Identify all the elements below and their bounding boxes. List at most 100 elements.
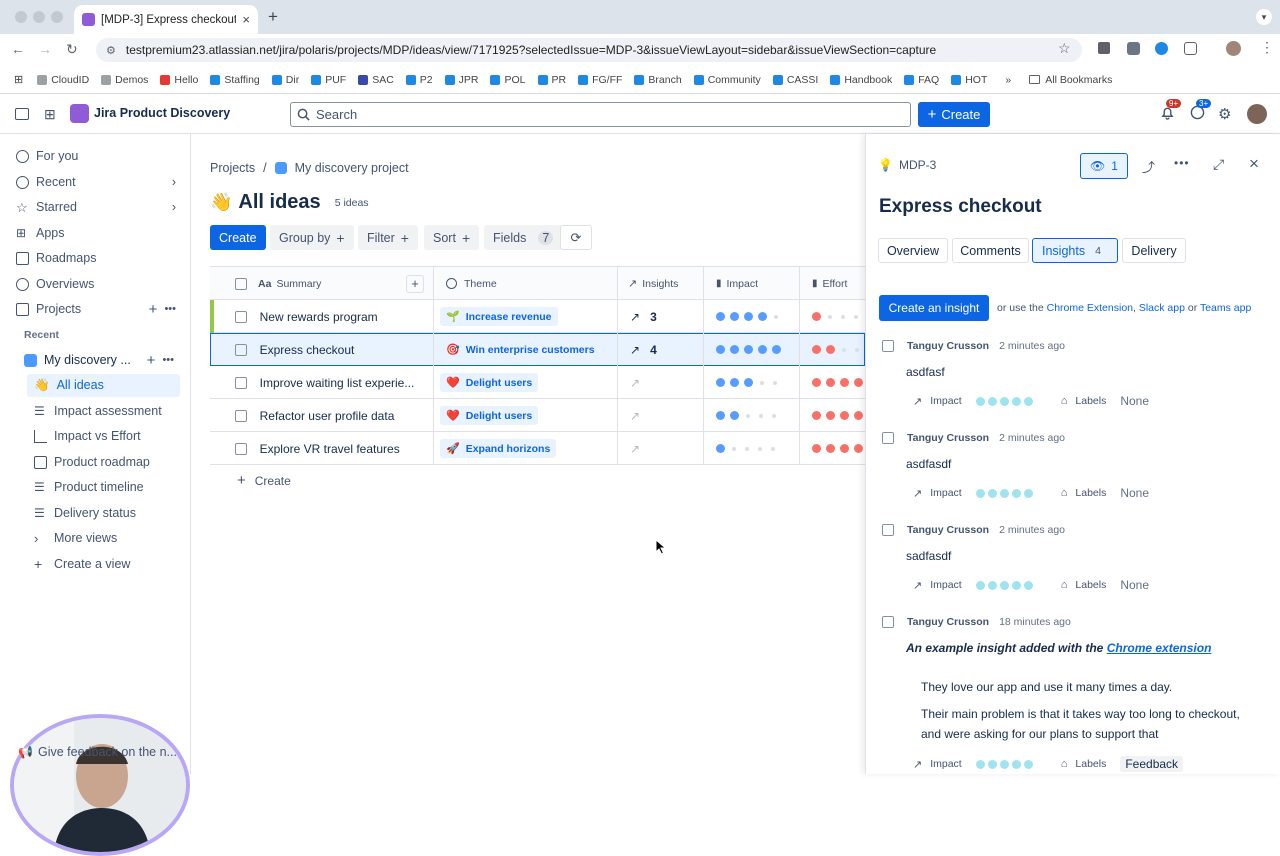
tab-delivery[interactable]: Delivery [1122, 238, 1186, 263]
insight-impact-rating[interactable] [975, 396, 1033, 406]
profile-avatar[interactable] [1226, 41, 1241, 56]
group-by-button[interactable]: Group by + [270, 225, 354, 250]
breadcrumb-project[interactable]: My discovery project [295, 161, 409, 175]
watch-button[interactable]: 👁 1 [1080, 153, 1128, 179]
table-row[interactable]: Explore VR travel features 🚀 Expand horizo… [210, 432, 865, 465]
new-tab-icon[interactable]: + [268, 7, 278, 27]
bookmark-item[interactable]: Staffing [210, 74, 260, 86]
tab-search-icon[interactable]: ▾ [1256, 9, 1272, 25]
browser-tab[interactable]: [MDP-3] Express checkout - × [74, 5, 258, 34]
labels-value[interactable]: None [1120, 394, 1149, 408]
row-checkbox[interactable] [235, 343, 247, 356]
bookmark-item[interactable]: PUF [311, 74, 346, 86]
impact-header[interactable]: ▮ Impact [704, 267, 800, 300]
sidebar-item-roadmaps[interactable]: Roadmaps [16, 247, 96, 269]
summary-cell[interactable]: Improve waiting list experie... [210, 366, 434, 399]
effort-cell[interactable] [800, 333, 865, 366]
extension-tool-icon[interactable] [1098, 42, 1110, 54]
sidebar-view-product-timeline[interactable]: ☰ Product timeline [34, 476, 144, 498]
extensions-puzzle-icon[interactable] [1184, 42, 1197, 55]
insight-checkbox[interactable] [882, 432, 894, 444]
effort-cell[interactable] [800, 432, 865, 465]
browser-menu-icon[interactable]: ⋮ [1260, 39, 1274, 56]
impact-cell[interactable] [704, 333, 800, 366]
row-checkbox[interactable] [235, 310, 247, 323]
labels-value[interactable]: None [1120, 578, 1149, 592]
window-minimize-control[interactable] [33, 11, 45, 23]
chrome-extension-link[interactable]: Chrome extension [1107, 641, 1212, 655]
extension-grammar-icon[interactable] [1127, 42, 1140, 55]
site-info-icon[interactable]: ⚙ [106, 44, 116, 57]
bookmark-item[interactable]: FAQ [904, 74, 939, 86]
effort-cell[interactable] [800, 366, 865, 399]
bookmark-star-icon[interactable]: ☆ [1058, 40, 1071, 57]
sidebar-view-delivery-status[interactable]: ☰ Delivery status [34, 502, 136, 524]
insight-impact-rating[interactable] [975, 759, 1033, 769]
table-row[interactable]: Improve waiting list experie... ❤️ Delight… [210, 366, 865, 399]
insight-checkbox[interactable] [882, 616, 894, 628]
notifications-button[interactable]: 9+ [1160, 99, 1182, 120]
more-icon[interactable]: ••• [162, 354, 174, 366]
bookmark-item[interactable]: Community [693, 74, 761, 86]
table-row[interactable]: Express checkout 🎯 Win enterprise customer… [210, 333, 865, 366]
sidebar-toggle-icon[interactable] [15, 108, 29, 120]
sidebar-view-impact-assessment[interactable]: ☰ Impact assessment [34, 400, 162, 422]
search-input[interactable]: Search [290, 102, 911, 127]
bookmark-item[interactable]: CloudID [37, 74, 89, 86]
insight-card[interactable]: Tanguy Crusson 2 minutes ago asdfasdf ↗ Impa… [882, 432, 1262, 500]
expand-icon[interactable]: ⤢ [1213, 156, 1224, 173]
insight-impact-rating[interactable] [975, 580, 1033, 590]
theme-cell[interactable]: ❤️ Delight users [434, 366, 618, 399]
table-row[interactable]: New rewards program 🌱 Increase revenue ↗ 3 [210, 300, 865, 333]
more-actions-icon[interactable]: ••• [1174, 156, 1190, 170]
fields-button[interactable]: Fields 7 [484, 225, 563, 250]
share-icon[interactable]: ⤴ [1142, 157, 1155, 176]
idea-summary[interactable]: Refactor user profile data [260, 409, 433, 423]
app-switcher-icon[interactable]: ⊞ [44, 107, 56, 121]
idea-summary[interactable]: Express checkout [260, 343, 433, 357]
effort-header[interactable]: ▮ Effort [800, 267, 865, 300]
bookmark-item[interactable]: CASSI [772, 74, 818, 86]
sidebar-item-projects[interactable]: Projects + ••• [16, 298, 176, 320]
sidebar-create-view[interactable]: + Create a view [34, 553, 130, 575]
create-idea-button[interactable]: Create [210, 225, 266, 250]
bookmark-item[interactable]: JPR [444, 74, 478, 86]
page-title-text[interactable]: All ideas [238, 191, 320, 214]
summary-cell[interactable]: Refactor user profile data [210, 399, 434, 432]
theme-header[interactable]: Theme [434, 267, 618, 300]
slack-app-link[interactable]: Slack app [1139, 302, 1185, 314]
product-name[interactable]: Jira Product Discovery [94, 106, 230, 120]
breadcrumb-projects[interactable]: Projects [210, 161, 255, 175]
sidebar-view-impact-vs-effort[interactable]: Impact vs Effort [34, 425, 141, 447]
impact-cell[interactable] [704, 366, 800, 399]
all-bookmarks[interactable]: All Bookmarks [1029, 74, 1112, 86]
insights-cell[interactable]: ↗ [618, 399, 704, 432]
more-icon[interactable]: ••• [164, 303, 176, 315]
impact-cell[interactable] [704, 300, 800, 333]
table-row[interactable]: Refactor user profile data ❤️ Delight user… [210, 399, 865, 432]
sidebar-item-recent[interactable]: Recent › [16, 171, 176, 193]
issue-key[interactable]: 💡 MDP-3 [878, 158, 936, 172]
address-bar[interactable]: ⚙ testpremium23.atlassian.net/jira/polar… [96, 38, 1082, 62]
bookmark-item[interactable]: Handbook [830, 74, 892, 86]
sort-button[interactable]: Sort + [424, 225, 480, 250]
bookmark-item[interactable]: POL [490, 74, 526, 86]
insight-card[interactable]: Tanguy Crusson 2 minutes ago sadfasdf ↗ Impa… [882, 524, 1262, 592]
filter-button[interactable]: Filter + [358, 225, 418, 250]
impact-cell[interactable] [704, 432, 800, 465]
plus-icon[interactable]: + [149, 301, 158, 318]
create-row-button[interactable]: + Create [237, 472, 291, 489]
chrome-extension-link[interactable]: Chrome Extension [1047, 302, 1133, 314]
insight-card[interactable]: Tanguy Crusson 2 minutes ago asdfasf ↗ Impac… [882, 340, 1262, 408]
tab-comments[interactable]: Comments [952, 238, 1029, 263]
help-button[interactable]: 3+ [1190, 99, 1212, 120]
insights-cell[interactable]: ↗ 3 [618, 300, 704, 333]
create-button[interactable]: + Create [918, 102, 990, 127]
extension-jira-icon[interactable] [1155, 42, 1168, 55]
theme-cell[interactable]: 🚀 Expand horizons [434, 432, 618, 465]
insights-cell[interactable]: ↗ [618, 366, 704, 399]
bookmark-item[interactable]: Demos [101, 74, 148, 86]
sidebar-feedback[interactable]: 📢 Give feedback on the n... [18, 741, 177, 763]
summary-header[interactable]: Aa Summary + [210, 267, 434, 300]
labels-value[interactable]: Feedback [1120, 756, 1184, 772]
